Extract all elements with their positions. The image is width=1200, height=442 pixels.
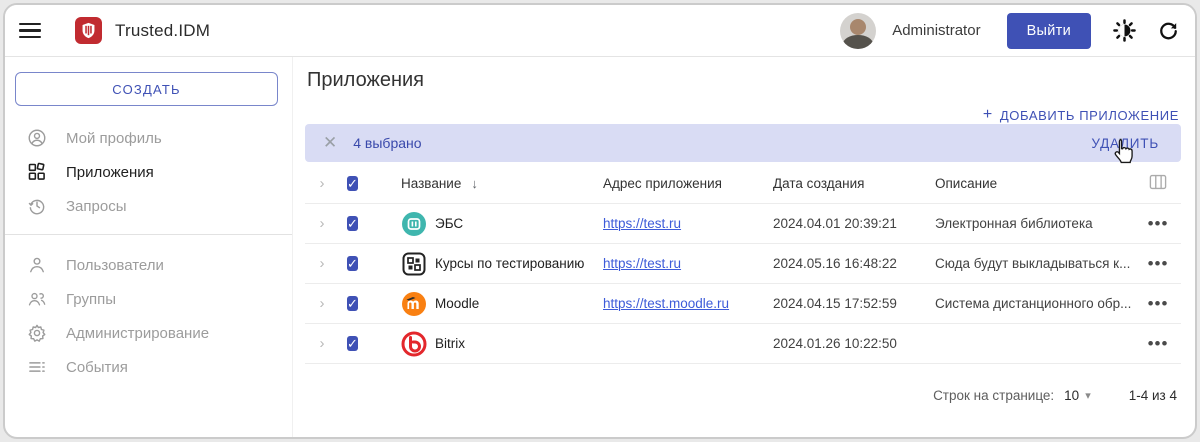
app-icon: [401, 251, 427, 277]
selection-bar: ✕ 4 выбрано УДАЛИТЬ: [305, 124, 1181, 162]
profile-icon: [27, 128, 47, 148]
brand-title: Trusted.IDM: [115, 21, 210, 41]
app-url-link[interactable]: https://test.ru: [603, 256, 773, 271]
row-expand-chevron[interactable]: ›: [305, 335, 339, 352]
app-description: Электронная библиотека: [935, 216, 1135, 231]
table-row[interactable]: › ✓ Bitrix 2024.01.26 10:22:50 •••: [305, 324, 1181, 364]
logout-button[interactable]: Выйти: [1007, 13, 1091, 49]
app-created-date: 2024.05.16 16:48:22: [773, 256, 935, 271]
history-icon: [27, 196, 47, 216]
rows-per-page-label: Строк на странице:: [933, 388, 1054, 403]
apps-icon: [27, 162, 47, 182]
table-row[interactable]: › ✓ Moodle https://test.moodle.ru 2024.0…: [305, 284, 1181, 324]
menu-icon[interactable]: [19, 23, 41, 39]
plus-icon: +: [983, 106, 993, 124]
trusted-idm-logo-icon: [75, 17, 102, 44]
row-expand-chevron[interactable]: ›: [305, 215, 339, 232]
sidebar-item-applications[interactable]: Приложения: [15, 156, 278, 188]
user-name: Administrator: [892, 22, 980, 39]
sidebar: СОЗДАТЬ Мой профиль Приложения Запросы П…: [5, 57, 293, 437]
row-more-icon[interactable]: •••: [1135, 294, 1181, 314]
add-application-button[interactable]: + ДОБАВИТЬ ПРИЛОЖЕНИЕ: [983, 106, 1179, 124]
sort-descending-icon: ↓: [471, 176, 478, 191]
app-window: Trusted.IDM Administrator Выйти СОЗДАТЬ …: [3, 3, 1197, 439]
sidebar-item-groups[interactable]: Группы: [15, 283, 278, 315]
app-created-date: 2024.04.15 17:52:59: [773, 296, 935, 311]
refresh-icon[interactable]: [1158, 20, 1179, 41]
app-name: Bitrix: [435, 336, 465, 351]
user-icon: [27, 255, 47, 275]
group-icon: [27, 289, 47, 309]
app-name: Moodle: [435, 296, 479, 311]
row-more-icon[interactable]: •••: [1135, 334, 1181, 354]
app-description: Система дистанционного обр...: [935, 296, 1135, 311]
page-title: Приложения: [307, 69, 1181, 92]
header-expand-chevron[interactable]: ›: [305, 175, 339, 192]
app-url-link[interactable]: https://test.moodle.ru: [603, 296, 773, 311]
app-url-link[interactable]: https://test.ru: [603, 216, 773, 231]
table-header-row: › ✓ Название↓ Адрес приложения Дата созд…: [305, 164, 1181, 204]
table-body: › ✓ ЭБС https://test.ru 2024.04.01 20:39…: [305, 204, 1181, 364]
column-header-url[interactable]: Адрес приложения: [603, 176, 773, 191]
app-created-date: 2024.04.01 20:39:21: [773, 216, 935, 231]
column-header-name[interactable]: Название↓: [387, 176, 603, 191]
row-checkbox[interactable]: ✓: [347, 336, 358, 351]
chevron-down-icon: ▾: [1085, 389, 1091, 402]
table-row[interactable]: › ✓ ЭБС https://test.ru 2024.04.01 20:39…: [305, 204, 1181, 244]
event-log-icon: [27, 357, 47, 377]
row-more-icon[interactable]: •••: [1135, 254, 1181, 274]
sidebar-divider: [5, 234, 292, 235]
rows-per-page-select[interactable]: 10 ▾: [1064, 388, 1091, 403]
sidebar-item-users[interactable]: Пользователи: [15, 249, 278, 281]
row-expand-chevron[interactable]: ›: [305, 295, 339, 312]
row-more-icon[interactable]: •••: [1135, 214, 1181, 234]
gear-icon: [27, 323, 47, 343]
app-name: Курсы по тестированию: [435, 256, 584, 271]
column-header-created[interactable]: Дата создания: [773, 176, 935, 191]
selection-count: 4 выбрано: [353, 135, 421, 151]
app-icon: [401, 291, 427, 317]
pagination-range: 1-4 из 4: [1129, 388, 1177, 403]
brand: Trusted.IDM: [75, 17, 210, 44]
app-icon: [401, 331, 427, 357]
topbar: Trusted.IDM Administrator Выйти: [5, 5, 1195, 57]
user-avatar[interactable]: [840, 13, 876, 49]
applications-table: › ✓ Название↓ Адрес приложения Дата созд…: [305, 164, 1181, 364]
app-name: ЭБС: [435, 216, 463, 231]
clear-selection-icon[interactable]: ✕: [323, 133, 337, 153]
create-button[interactable]: СОЗДАТЬ: [15, 72, 278, 106]
app-icon: [401, 211, 427, 237]
sidebar-item-my-profile[interactable]: Мой профиль: [15, 122, 278, 154]
main-content: Приложения + ДОБАВИТЬ ПРИЛОЖЕНИЕ ✕ 4 выб…: [293, 57, 1195, 437]
sidebar-item-administration[interactable]: Администрирование: [15, 317, 278, 349]
sidebar-item-events[interactable]: События: [15, 351, 278, 383]
column-settings-icon[interactable]: [1135, 174, 1181, 193]
column-header-description[interactable]: Описание: [935, 176, 1135, 191]
app-created-date: 2024.01.26 10:22:50: [773, 336, 935, 351]
row-checkbox[interactable]: ✓: [347, 296, 358, 311]
row-expand-chevron[interactable]: ›: [305, 255, 339, 272]
mouse-cursor-pointer: [1111, 137, 1134, 169]
row-checkbox[interactable]: ✓: [347, 216, 358, 231]
table-row[interactable]: › ✓ Курсы по тестированию https://test.r…: [305, 244, 1181, 284]
theme-toggle-icon[interactable]: [1113, 19, 1136, 42]
pagination: Строк на странице: 10 ▾ 1-4 из 4: [305, 388, 1181, 403]
select-all-checkbox[interactable]: ✓: [347, 176, 358, 191]
app-description: Сюда будут выкладываться к...: [935, 256, 1135, 271]
sidebar-item-requests[interactable]: Запросы: [15, 190, 278, 222]
row-checkbox[interactable]: ✓: [347, 256, 358, 271]
